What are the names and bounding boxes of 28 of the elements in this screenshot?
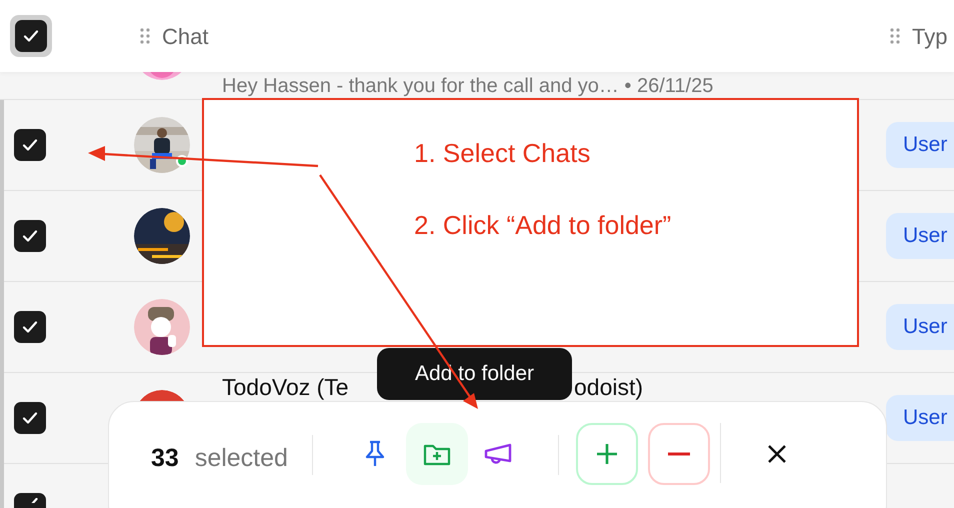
- chat-name: TodoVoz (Te: [222, 376, 349, 398]
- checkmark-icon: [30, 498, 38, 503]
- chat-name: odoist): [574, 376, 644, 398]
- column-header: Typ: [912, 22, 948, 51]
- minus-icon: [668, 452, 690, 456]
- last-message: Hey Hassen - thank you for the call and yo… • 26/11/25: [222, 74, 714, 96]
- megaphone-icon: [484, 443, 514, 465]
- pin-icon: [364, 440, 386, 468]
- drag-handle-icon[interactable]: [140, 27, 150, 45]
- type-tag: User: [886, 395, 954, 441]
- selected-label: selected: [194, 443, 288, 474]
- drag-handle-icon[interactable]: [890, 27, 900, 45]
- tooltip: Add to folder: [377, 348, 572, 400]
- type-tag: User: [886, 304, 954, 350]
- instruction-text: 1. Select Chats: [414, 138, 590, 168]
- selected-count: 33: [151, 443, 179, 474]
- add-to-folder-button[interactable]: [406, 423, 468, 485]
- checkbox[interactable]: [14, 129, 46, 161]
- close-icon: [766, 444, 787, 464]
- plus-icon: [594, 442, 619, 466]
- checkbox[interactable]: [14, 220, 46, 252]
- folder-plus-icon: [422, 442, 451, 466]
- type-tag: User: [886, 122, 954, 168]
- type-tag: User: [886, 213, 954, 259]
- checkbox[interactable]: [14, 402, 46, 434]
- instruction-text: 2. Click “Add to folder”: [414, 210, 672, 240]
- checkbox[interactable]: [14, 311, 46, 343]
- column-header: Chat: [162, 22, 208, 50]
